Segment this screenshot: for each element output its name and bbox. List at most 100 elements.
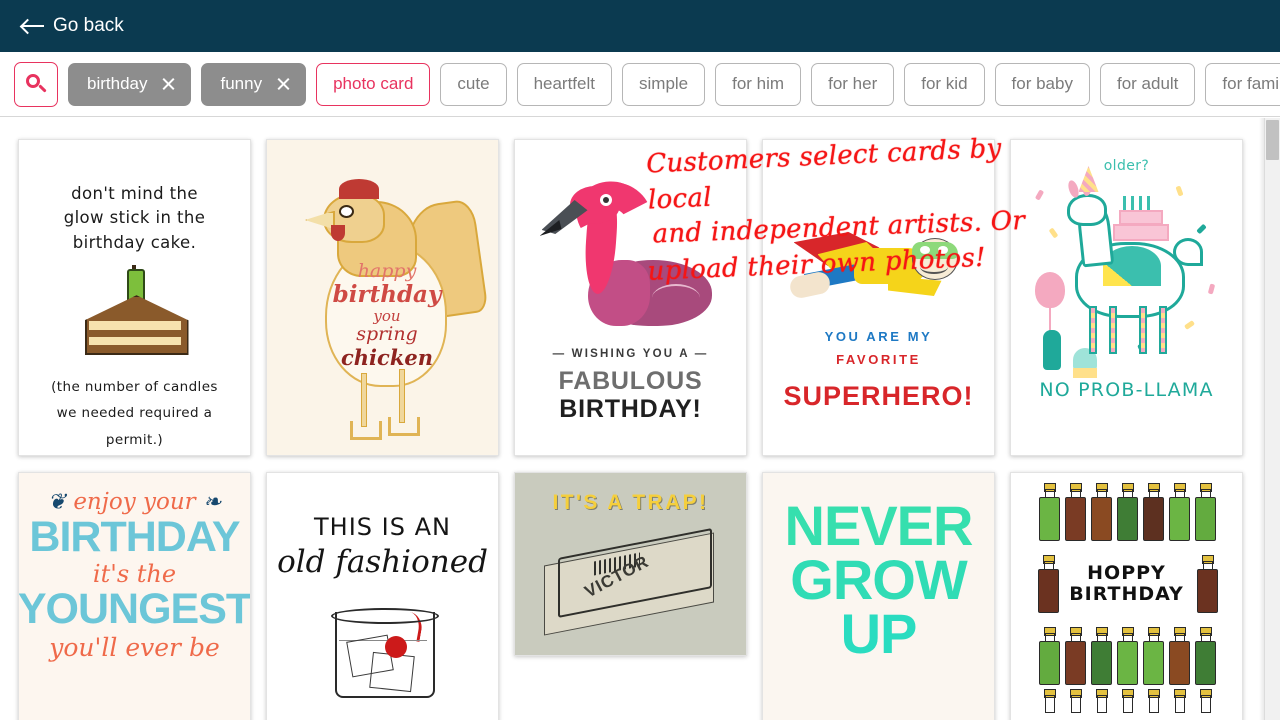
chip-label: for kid xyxy=(921,74,968,93)
card-art-glow-stick: don't mind the glow stick in the birthda… xyxy=(19,140,250,455)
cake-slice-icon xyxy=(75,265,195,356)
card-item-never-grow-up[interactable]: NEVER GROW UP xyxy=(762,472,995,720)
arrow-left-icon xyxy=(22,19,44,33)
card-item-enjoy-birthday[interactable]: ❦ enjoy your ❧ BIRTHDAY it's the YOUNGES… xyxy=(18,472,251,720)
card-art-enjoy: ❦ enjoy your ❧ BIRTHDAY it's the YOUNGES… xyxy=(19,473,250,720)
card-text-line: GROW xyxy=(790,547,967,611)
card-item-no-prob-llama[interactable]: older? NO PROB-LLAMA xyxy=(1010,139,1243,456)
card-grid: don't mind the glow stick in the birthda… xyxy=(0,117,1280,720)
filter-chip-photo-card[interactable]: photo card xyxy=(316,62,431,106)
card-text-line: NO PROB-LLAMA xyxy=(1039,379,1214,401)
search-button[interactable] xyxy=(14,61,58,107)
chip-label: funny xyxy=(220,74,263,93)
chip-label: for him xyxy=(732,74,785,93)
card-grid-scroll-area[interactable]: don't mind the glow stick in the birthda… xyxy=(0,117,1280,720)
card-item-fabulous-flamingo[interactable]: — WISHING YOU A — FABULOUS BIRTHDAY! xyxy=(514,139,747,456)
card-item-its-a-trap[interactable]: IT'S A TRAP! VICTOR xyxy=(514,472,747,656)
card-text-line: HOPPY xyxy=(1087,561,1166,584)
filter-chip-bar[interactable]: birthday funny photo card cute heartfelt… xyxy=(0,52,1280,117)
card-text-line: BIRTHDAY xyxy=(1069,583,1184,605)
llama-icon xyxy=(1027,166,1227,378)
flamingo-icon xyxy=(539,171,716,342)
filter-chip-for-him[interactable]: for him xyxy=(715,62,802,106)
chip-label: for family xyxy=(1222,74,1280,93)
chip-label: for baby xyxy=(1011,74,1073,93)
card-text-line: IT'S A TRAP! xyxy=(552,491,709,514)
filter-chip-funny[interactable]: funny xyxy=(201,62,307,106)
close-icon[interactable] xyxy=(276,77,291,92)
card-text-line: happy xyxy=(357,259,417,282)
card-text-line: BIRTHDAY! xyxy=(559,395,702,423)
card-text-line: THIS IS AN xyxy=(314,513,451,541)
card-text-line: don't mind the xyxy=(71,184,198,203)
card-text-fine: we needed required a xyxy=(56,405,213,422)
filter-chip-for-adult[interactable]: for adult xyxy=(1099,62,1196,106)
filter-chip-for-family[interactable]: for family xyxy=(1205,62,1280,106)
card-text-line: birthday xyxy=(332,280,442,308)
card-text-line: — WISHING YOU A — xyxy=(552,348,709,360)
card-text-line: you xyxy=(373,306,401,325)
card-text-line: FABULOUS xyxy=(558,367,703,395)
card-text-line: SUPERHERO! xyxy=(783,380,974,411)
card-text-fine: (the number of candles xyxy=(51,379,218,396)
chicken-icon: happy birthday you spring chicken xyxy=(295,173,489,440)
card-text-line: enjoy your xyxy=(73,489,196,515)
top-header-bar: Go back xyxy=(0,0,1280,52)
card-art-superhero: YOU ARE MY FAVORITE SUPERHERO! xyxy=(763,140,994,455)
card-art-trap: IT'S A TRAP! VICTOR xyxy=(515,473,746,655)
filter-chip-for-her[interactable]: for her xyxy=(811,62,895,106)
card-art-hoppy: HOPPY BIRTHDAY xyxy=(1011,473,1242,720)
filter-chip-for-baby[interactable]: for baby xyxy=(994,62,1090,106)
chip-label: simple xyxy=(639,74,689,93)
card-art-llama: older? NO PROB-LLAMA xyxy=(1011,140,1242,401)
vertical-scrollbar[interactable] xyxy=(1264,118,1280,720)
cocktail-glass-icon xyxy=(327,596,439,700)
filter-chip-cute[interactable]: cute xyxy=(440,62,507,106)
chip-label: for her xyxy=(828,74,878,93)
chip-label: for adult xyxy=(1116,74,1179,93)
card-text-line: YOUNGEST xyxy=(19,585,250,633)
card-item-spring-chicken[interactable]: happy birthday you spring chicken xyxy=(266,139,499,456)
filter-chip-for-kid[interactable]: for kid xyxy=(904,62,985,106)
beer-bottle-row xyxy=(1011,689,1242,720)
card-item-glow-stick[interactable]: don't mind the glow stick in the birthda… xyxy=(18,139,251,456)
mousetrap-icon: VICTOR xyxy=(538,525,723,636)
filter-chip-simple[interactable]: simple xyxy=(622,62,706,106)
beer-bottle-row xyxy=(1011,627,1242,685)
card-text-line: spring xyxy=(356,323,418,346)
card-text-line: it's the xyxy=(92,560,177,588)
filter-chip-birthday[interactable]: birthday xyxy=(68,62,192,106)
card-art-flamingo: — WISHING YOU A — FABULOUS BIRTHDAY! xyxy=(515,140,746,455)
go-back-label: Go back xyxy=(53,15,124,36)
card-text-superhero: SUPERHERO! xyxy=(783,381,973,412)
card-text-line: old fashioned xyxy=(277,544,488,580)
card-text-line: FAVORITE xyxy=(836,351,921,367)
card-text-fine: permit.) xyxy=(105,431,164,448)
superhero-icon xyxy=(784,226,974,304)
card-text-line: you'll ever be xyxy=(49,633,220,662)
card-art-old-fashioned: THIS IS AN old fashioned xyxy=(267,473,498,720)
chip-label: birthday xyxy=(87,74,148,93)
card-art-chicken: happy birthday you spring chicken xyxy=(267,140,498,455)
card-browser-page: Go back birthday funny photo card cute h… xyxy=(0,0,1280,720)
card-text-line: YOU ARE MY xyxy=(824,329,933,344)
card-text-line: BIRTHDAY xyxy=(29,513,240,561)
card-text-line: birthday cake. xyxy=(72,232,197,252)
card-art-never-grow-up: NEVER GROW UP xyxy=(763,473,994,720)
card-text-line: UP xyxy=(840,601,918,665)
go-back-button[interactable]: Go back xyxy=(22,15,124,37)
filter-chip-heartfelt[interactable]: heartfelt xyxy=(516,62,612,106)
close-icon[interactable] xyxy=(161,77,176,92)
card-text-line: glow stick in the xyxy=(63,208,206,228)
scrollbar-thumb[interactable] xyxy=(1266,120,1279,160)
card-text-line: chicken xyxy=(341,344,433,370)
starburst-icon: HOPPY BIRTHDAY xyxy=(1063,545,1191,623)
chip-label: heartfelt xyxy=(533,74,595,93)
beer-bottle-row xyxy=(1011,483,1242,541)
chip-label: cute xyxy=(457,74,490,93)
card-item-old-fashioned[interactable]: THIS IS AN old fashioned xyxy=(266,472,499,720)
search-icon xyxy=(25,73,47,95)
card-item-favorite-superhero[interactable]: YOU ARE MY FAVORITE SUPERHERO! xyxy=(762,139,995,456)
card-text-partial: older? xyxy=(1103,158,1150,174)
card-item-hoppy-birthday[interactable]: HOPPY BIRTHDAY xyxy=(1010,472,1243,720)
